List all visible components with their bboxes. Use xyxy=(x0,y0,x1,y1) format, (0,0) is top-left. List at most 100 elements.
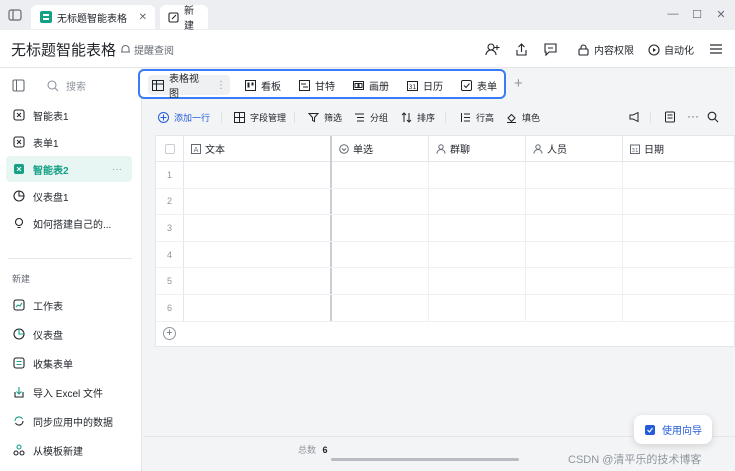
column-header-date[interactable]: 31 日期 xyxy=(623,136,734,162)
view-tab-calendar[interactable]: 31 日历 xyxy=(402,75,447,95)
form-mini-icon[interactable] xyxy=(664,111,676,123)
view-options-icon[interactable]: ⋮ xyxy=(216,80,226,91)
sidebar-toggle-icon[interactable] xyxy=(8,8,22,22)
new-dashboard[interactable]: 仪表盘 xyxy=(6,321,132,347)
new-from-template[interactable]: 从模板新建 xyxy=(6,437,132,463)
table-row[interactable] xyxy=(184,189,734,216)
tab-label: 无标题智能表格 xyxy=(57,13,127,25)
comment-icon[interactable] xyxy=(541,40,559,58)
toolbar-divider xyxy=(445,112,446,123)
view-tab-label: 看板 xyxy=(261,81,281,93)
filter-button[interactable]: 筛选 xyxy=(307,111,342,124)
remind-button[interactable]: 提醒查阅 xyxy=(120,42,174,57)
column-header-group-chat[interactable]: 群聊 xyxy=(429,136,526,162)
sync-icon xyxy=(12,414,26,428)
data-grid: A 文本 单选 群聊 人员 31 日期 1 2 3 4 5 6 + xyxy=(155,135,735,347)
sidebar-item-dashboard-1[interactable]: 仪表盘1 xyxy=(6,183,132,209)
sidebar-item-smart-table-2[interactable]: 智能表2 ··· xyxy=(6,156,132,182)
worksheet-icon xyxy=(12,298,26,312)
add-row-circle-button[interactable]: + xyxy=(163,327,176,340)
announce-icon[interactable] xyxy=(629,111,641,123)
new-item-label: 仪表盘 xyxy=(33,330,63,342)
row-height-button[interactable]: 行高 xyxy=(459,111,494,124)
tab-close-icon[interactable]: ✕ xyxy=(139,12,147,23)
table-row[interactable] xyxy=(184,268,734,295)
new-worksheet[interactable]: 工作表 xyxy=(6,292,132,318)
usage-guide-button[interactable]: 使用向导 xyxy=(634,415,712,444)
new-collect-form[interactable]: 收集表单 xyxy=(6,350,132,376)
close-icon[interactable]: ✕ xyxy=(712,5,730,23)
view-tab-form[interactable]: 表单 xyxy=(456,75,501,95)
table-row[interactable] xyxy=(184,215,734,242)
new-sync-data[interactable]: 同步应用中的数据 xyxy=(6,408,132,434)
add-view-button[interactable]: + xyxy=(514,75,523,92)
filter-label: 筛选 xyxy=(324,113,343,123)
row-number: 3 xyxy=(156,215,184,242)
column-header-person[interactable]: 人员 xyxy=(526,136,623,162)
sort-button[interactable]: 排序 xyxy=(400,111,435,124)
paint-bucket-icon xyxy=(505,112,517,124)
row-number: 1 xyxy=(156,162,184,189)
select-all-checkbox-cell xyxy=(156,136,184,162)
table-row[interactable] xyxy=(184,162,734,189)
group-icon xyxy=(353,112,365,124)
document-title[interactable]: 无标题智能表格 xyxy=(11,39,116,60)
grid-view-icon xyxy=(152,79,164,91)
toolbar-divider xyxy=(221,112,222,123)
search-icon[interactable] xyxy=(707,111,719,123)
menu-icon[interactable] xyxy=(707,40,725,58)
content-permission-button[interactable]: 内容权限 xyxy=(578,42,634,57)
group-label: 分组 xyxy=(370,113,389,123)
sidebar-item-guide-doc[interactable]: 如何搭建自己的... xyxy=(6,210,132,236)
sidebar-item-form-1[interactable]: 表单1 xyxy=(6,129,132,155)
new-import-excel[interactable]: 导入 Excel 文件 xyxy=(6,379,132,405)
add-row-button[interactable]: 添加一行 xyxy=(157,111,210,124)
horizontal-scrollbar[interactable] xyxy=(331,458,519,461)
select-all-checkbox[interactable] xyxy=(164,143,175,154)
collect-form-icon xyxy=(12,356,26,370)
minimize-icon[interactable]: — xyxy=(664,5,682,23)
group-button[interactable]: 分组 xyxy=(353,111,388,124)
smart-table-icon xyxy=(12,108,26,122)
tab-smart-table[interactable]: 无标题智能表格 ✕ xyxy=(31,5,155,29)
sidebar-item-label: 如何搭建自己的... xyxy=(33,219,112,231)
sidebar: 搜索 智能表1 表单1 智能表2 ··· 仪表盘1 如何搭建自己的... 新建 … xyxy=(0,68,142,471)
view-tab-grid[interactable]: 表格视图 ⋮ xyxy=(148,74,230,100)
field-manage-button[interactable]: 字段管理 xyxy=(233,111,286,124)
document-header: 无标题智能表格 提醒查阅 内容权限 自动化 xyxy=(0,30,735,68)
bulb-icon xyxy=(12,216,26,230)
view-tab-gallery[interactable]: 画册 xyxy=(348,75,393,95)
view-tab-kanban[interactable]: 看板 xyxy=(240,75,285,95)
remind-label: 提醒查阅 xyxy=(134,46,174,57)
svg-text:31: 31 xyxy=(631,148,638,154)
view-tab-label: 日历 xyxy=(423,81,443,93)
add-member-icon[interactable] xyxy=(483,40,501,58)
table-row[interactable] xyxy=(184,295,734,322)
maximize-icon[interactable]: ☐ xyxy=(688,5,706,23)
column-header-text[interactable]: A 文本 xyxy=(184,136,331,162)
column-header-single-select[interactable]: 单选 xyxy=(332,136,429,162)
total-value: 6 xyxy=(322,445,328,455)
sidebar-search[interactable]: 搜索 xyxy=(47,78,86,93)
sidebar-divider xyxy=(8,258,132,259)
column-divider xyxy=(428,162,429,322)
view-tab-gantt[interactable]: 甘特 xyxy=(294,75,339,95)
table-row[interactable] xyxy=(184,242,734,269)
sidebar-collapse-icon[interactable] xyxy=(12,79,25,92)
group-chat-icon xyxy=(435,143,446,154)
gallery-icon xyxy=(352,79,364,91)
bell-icon xyxy=(120,44,131,55)
fill-color-button[interactable]: 填色 xyxy=(505,111,540,124)
more-icon[interactable]: ··· xyxy=(112,164,122,175)
form-icon xyxy=(12,135,26,149)
share-icon[interactable] xyxy=(512,40,530,58)
view-tab-label: 画册 xyxy=(369,81,389,93)
sidebar-item-smart-table-1[interactable]: 智能表1 xyxy=(6,102,132,128)
tab-new[interactable]: 新建 xyxy=(160,5,208,32)
guide-label: 使用向导 xyxy=(662,426,702,437)
field-manage-label: 字段管理 xyxy=(250,113,287,123)
form-view-icon xyxy=(460,79,472,91)
row-number: 5 xyxy=(156,268,184,295)
automation-button[interactable]: 自动化 xyxy=(648,42,694,57)
more-options-button[interactable]: ··· xyxy=(687,109,699,123)
